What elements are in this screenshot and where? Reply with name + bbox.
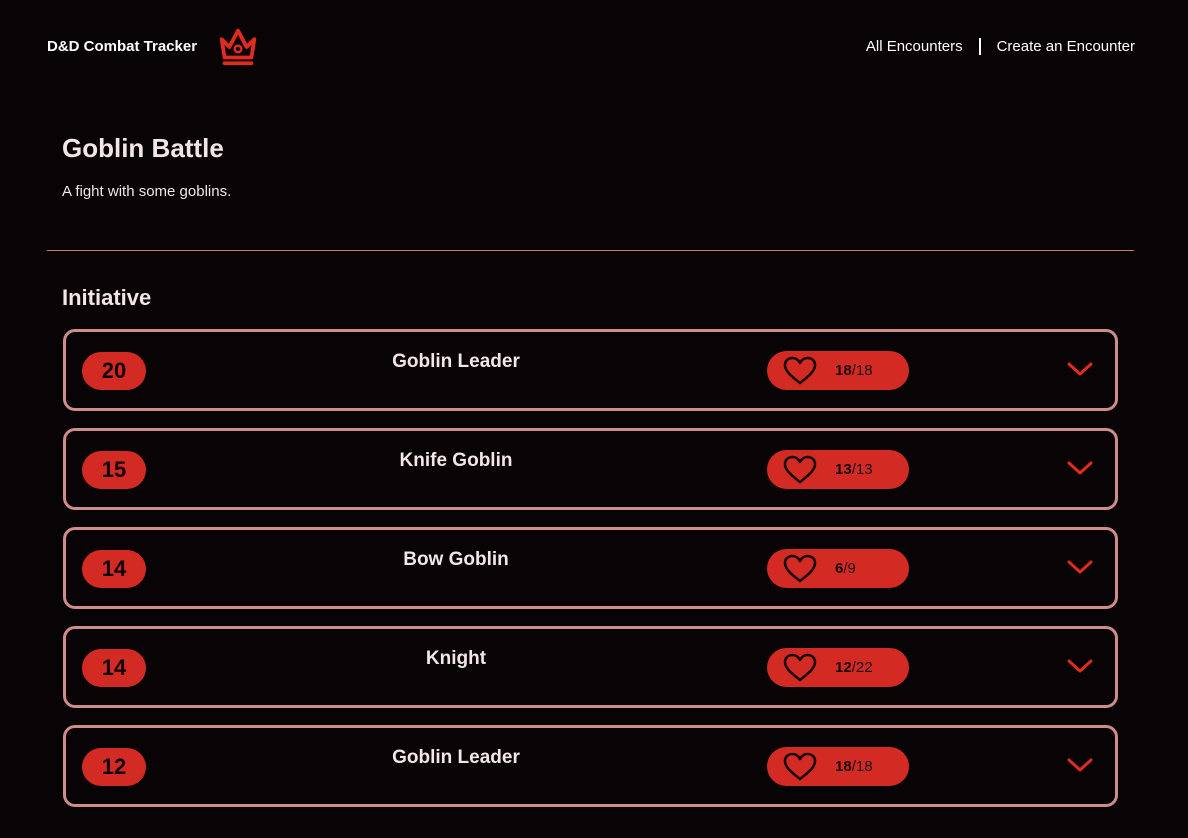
nav-links: All Encounters Create an Encounter	[866, 37, 1135, 55]
hp-readout: 6/9	[835, 560, 856, 577]
chevron-down-icon[interactable]	[1067, 757, 1093, 773]
hp-max: 13	[855, 461, 873, 478]
combatant-row[interactable]: 15 Knife Goblin 13/13	[63, 428, 1118, 510]
nav-all-encounters[interactable]: All Encounters	[866, 38, 963, 55]
hp-pill: 18/18	[767, 747, 909, 786]
initiative-badge: 14	[82, 550, 146, 588]
heart-icon	[783, 752, 817, 781]
hp-max: 22	[855, 659, 873, 676]
initiative-badge: 14	[82, 649, 146, 687]
hp-pill: 6/9	[767, 549, 909, 588]
crown-icon	[219, 28, 257, 66]
hp-pill: 12/22	[767, 648, 909, 687]
hp-current: 13	[835, 461, 852, 478]
initiative-badge: 20	[82, 352, 146, 390]
chevron-down-icon[interactable]	[1067, 658, 1093, 674]
hp-readout: 18/18	[835, 758, 873, 775]
initiative-heading: Initiative	[62, 285, 152, 310]
combatant-row[interactable]: 14 Bow Goblin 6/9	[63, 527, 1118, 609]
initiative-badge: 12	[82, 748, 146, 786]
combatant-name: Goblin Leader	[392, 351, 520, 372]
combatant-row[interactable]: 12 Goblin Leader 18/18	[63, 725, 1118, 807]
combatant-row[interactable]: 20 Goblin Leader 18/18	[63, 329, 1118, 411]
hp-readout: 18/18	[835, 362, 873, 379]
hp-current: 18	[835, 362, 852, 379]
app-name: D&D Combat Tracker	[47, 37, 198, 55]
hp-pill: 13/13	[767, 450, 909, 489]
hp-readout: 13/13	[835, 461, 873, 478]
hp-max: 18	[855, 758, 873, 775]
chevron-down-icon[interactable]	[1067, 460, 1093, 476]
initiative-badge: 15	[82, 451, 146, 489]
heart-icon	[783, 554, 817, 583]
heart-icon	[783, 653, 817, 682]
combatant-name: Knife Goblin	[399, 450, 513, 471]
hp-pill: 18/18	[767, 351, 909, 390]
encounter-description: A fight with some goblins.	[62, 183, 232, 200]
combatant-name: Goblin Leader	[392, 747, 520, 768]
combatant-name: Knight	[425, 648, 487, 669]
hp-current: 18	[835, 758, 852, 775]
brand[interactable]: D&D Combat Tracker	[47, 23, 261, 69]
chevron-down-icon[interactable]	[1067, 361, 1093, 377]
hp-current: 12	[835, 659, 852, 676]
combatant-row[interactable]: 14 Knight 12/22	[63, 626, 1118, 708]
heart-icon	[783, 356, 817, 385]
nav-separator	[978, 37, 981, 55]
initiative-list: 20 Goblin Leader 18/18 15 Knife Goblin 1…	[63, 329, 1118, 824]
combatant-name: Bow Goblin	[403, 549, 509, 570]
section-divider	[47, 250, 1134, 251]
chevron-down-icon[interactable]	[1067, 559, 1093, 575]
hp-max: 18	[855, 362, 873, 379]
encounter-title: Goblin Battle	[62, 133, 224, 163]
hp-readout: 12/22	[835, 659, 873, 676]
hp-max: 9	[847, 560, 856, 577]
top-nav: D&D Combat Tracker All Encounters Create…	[47, 20, 1135, 72]
nav-create-encounter[interactable]: Create an Encounter	[997, 38, 1135, 55]
heart-icon	[783, 455, 817, 484]
